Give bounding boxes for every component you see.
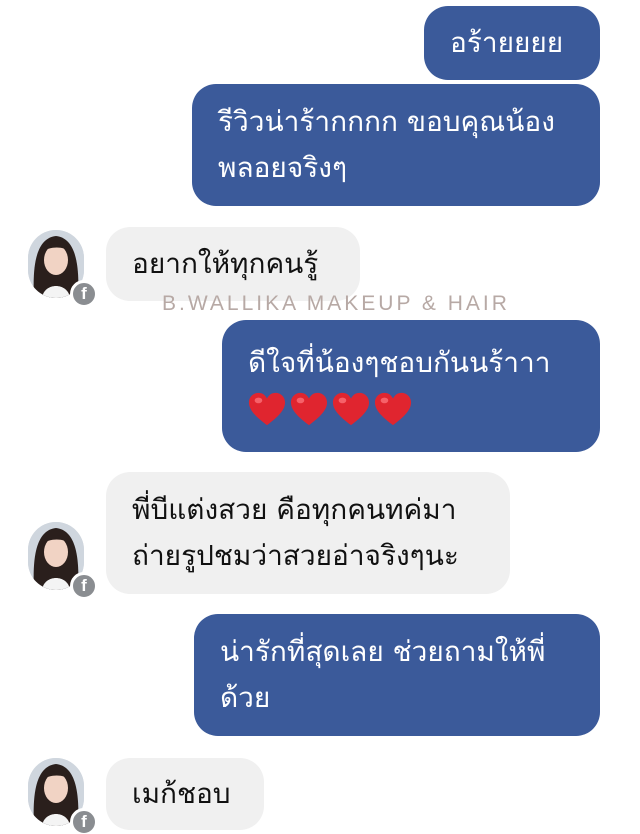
message-text: ดีใจที่น้องๆชอบกันนร้าาา <box>248 346 551 379</box>
outgoing-message[interactable]: รีวิวน่าร้ากกกก ขอบคุณน้อง พลอยจริงๆ <box>192 84 600 206</box>
outgoing-message[interactable]: ดีใจที่น้องๆชอบกันนร้าาา <box>222 320 600 452</box>
facebook-icon: f <box>70 280 98 308</box>
outgoing-message[interactable]: น่ารักที่สุดเลย ช่วยถามให้พี่ ด้วย <box>194 614 600 736</box>
incoming-message[interactable]: อยากให้ทุกคนรู้ <box>106 227 360 301</box>
message-text: น่ารักที่สุดเลย ช่วยถามให้พี่ <box>220 635 546 668</box>
red-heart-emoji-icon <box>290 392 328 426</box>
message-text: ด้วย <box>220 681 271 714</box>
facebook-icon: f <box>70 808 98 834</box>
red-heart-emoji-icon <box>332 392 370 426</box>
message-text: พลอยจริงๆ <box>218 151 347 184</box>
message-text: รีวิวน่าร้ากกกก ขอบคุณน้อง <box>218 105 555 138</box>
message-text: เมก้ชอบ <box>132 777 231 810</box>
avatar[interactable]: f <box>28 522 98 600</box>
message-text: พี่บีแต่งสวย คือทุกคนทค่มา <box>132 493 457 526</box>
message-text: อยากให้ทุกคนรู้ <box>132 247 319 280</box>
red-heart-emoji-icon <box>374 392 412 426</box>
incoming-message[interactable]: พี่บีแต่งสวย คือทุกคนทค่มา ถ่ายรูปชมว่าส… <box>106 472 510 594</box>
avatar[interactable]: f <box>28 230 98 308</box>
emoji-row <box>248 386 574 432</box>
red-heart-emoji-icon <box>248 392 286 426</box>
incoming-message[interactable]: เมก้ชอบ <box>106 758 264 830</box>
message-text: ถ่ายรูปชมว่าสวยอ่าจริงๆนะ <box>132 539 459 572</box>
avatar[interactable]: f <box>28 758 98 834</box>
facebook-icon: f <box>70 572 98 600</box>
message-text: อร้ายยยย <box>450 26 564 59</box>
watermark: B.WALLIKA MAKEUP & HAIR <box>162 292 510 315</box>
outgoing-message[interactable]: อร้ายยยย <box>424 6 600 80</box>
